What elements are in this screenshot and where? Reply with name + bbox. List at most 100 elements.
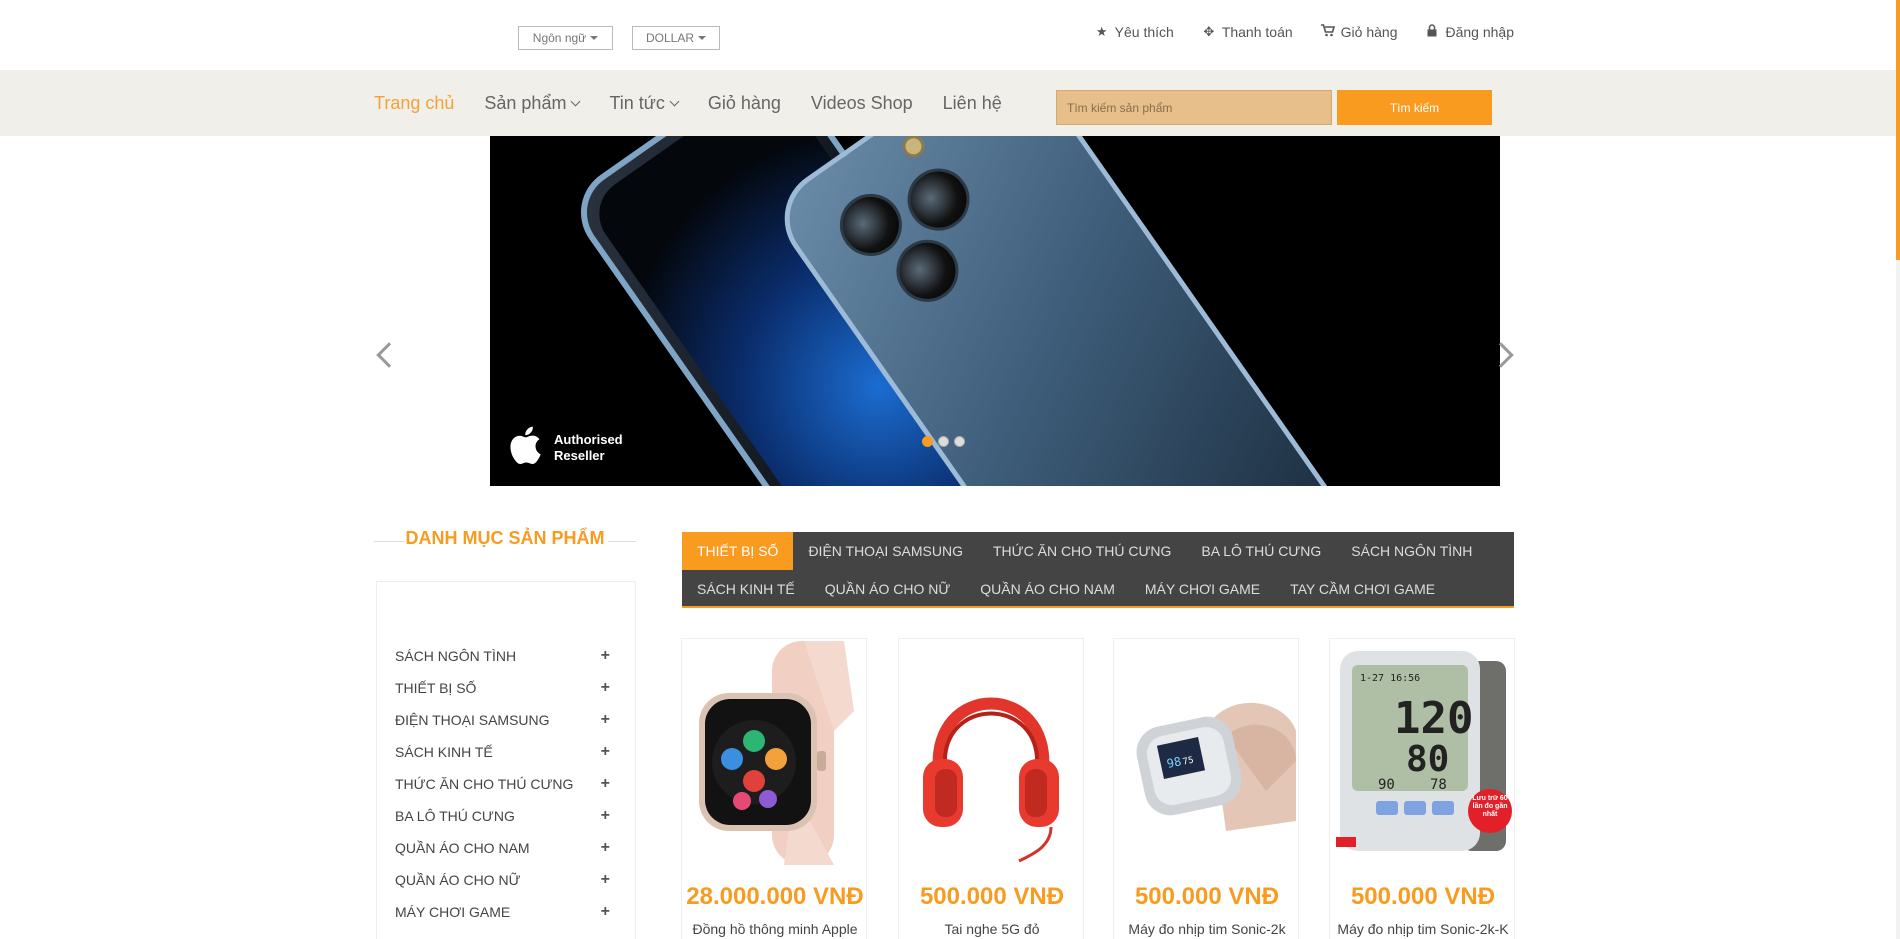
plus-icon[interactable]: + — [601, 647, 610, 665]
top-bar: Ngôn ngữ DOLLAR ★ Yêu thích ✥ Thanh toán… — [0, 0, 1900, 70]
category-item-label: SÁCH KINH TẾ — [395, 744, 493, 760]
tab-tay-cam-choi-game[interactable]: TAY CẦM CHƠI GAME — [1275, 570, 1450, 608]
language-label: Ngôn ngữ — [532, 31, 587, 45]
tab-quan-ao-nam[interactable]: QUẦN ÁO CHO NAM — [965, 570, 1130, 608]
monitor-pulse: 90 — [1378, 777, 1395, 793]
slider-dot[interactable] — [938, 436, 949, 447]
tab-sach-ngon-tinh[interactable]: SÁCH NGÔN TÌNH — [1336, 532, 1487, 570]
tab-row: THIẾT BỊ SỐ ĐIỆN THOẠI SAMSUNG THỨC ĂN C… — [682, 532, 1487, 570]
nav-contact[interactable]: Liên hệ — [943, 93, 1002, 114]
category-item[interactable]: THỨC ĂN CHO THÚ CƯNG + — [395, 768, 610, 800]
plus-icon[interactable]: + — [601, 871, 610, 889]
wishlist-link[interactable]: ★ Yêu thích — [1095, 24, 1174, 40]
cart-icon — [1320, 24, 1335, 40]
search-button[interactable]: Tìm kiếm — [1337, 90, 1492, 125]
category-item-label: THIẾT BỊ SỐ — [395, 680, 477, 696]
tab-dien-thoai-samsung[interactable]: ĐIỆN THOẠI SAMSUNG — [793, 532, 978, 570]
tab-ba-lo-thu-cung[interactable]: BA LÔ THÚ CƯNG — [1186, 532, 1336, 570]
category-title: DANH MỤC SẢN PHẨM — [405, 528, 605, 548]
product-name[interactable]: Đồng hồ thông minh Apple — [682, 921, 868, 937]
product-price: 500.000 VNĐ — [1134, 883, 1280, 910]
product-price: 500.000 VNĐ — [919, 883, 1065, 910]
category-heading: DANH MỤC SẢN PHẨM — [374, 526, 636, 556]
oximeter-reading: 98 — [1165, 754, 1182, 771]
category-item-label: QUẦN ÁO CHO NỮ — [395, 872, 521, 888]
product-image-blood-pressure-monitor[interactable]: 1-27 16:56 120 80 90 78 Lưu trữ 60 lần đ… — [1332, 641, 1512, 865]
product-image-apple-watch[interactable] — [684, 641, 864, 865]
category-tabs: THIẾT BỊ SỐ ĐIỆN THOẠI SAMSUNG THỨC ĂN C… — [682, 532, 1514, 608]
product-card[interactable]: 98 75 500.000 VNĐ Máy đo nhịp tim Sonic-… — [1113, 638, 1299, 939]
tab-quan-ao-nu[interactable]: QUẦN ÁO CHO NỮ — [810, 570, 966, 608]
category-item-label: SÁCH NGÔN TÌNH — [395, 648, 517, 664]
plus-icon[interactable]: + — [601, 839, 610, 857]
category-item-label: THỨC ĂN CHO THÚ CƯNG — [395, 776, 574, 792]
plus-icon[interactable]: + — [601, 711, 610, 729]
category-item[interactable]: SÁCH NGÔN TÌNH + — [395, 640, 610, 672]
category-item[interactable]: QUẦN ÁO CHO NỮ + — [395, 864, 610, 896]
reseller-line2: Reseller — [554, 448, 605, 463]
tab-sach-kinh-te[interactable]: SÁCH KINH TẾ — [682, 570, 810, 608]
tab-row: SÁCH KINH TẾ QUẦN ÁO CHO NỮ QUẦN ÁO CHO … — [682, 570, 1450, 608]
hero-slider: Authorised Reseller — [490, 136, 1500, 486]
plus-icon[interactable]: + — [601, 743, 610, 761]
login-label: Đăng nhập — [1445, 24, 1514, 40]
main-navbar: Trang chủ Sản phẩm Tin tức Giỏ hàng Vide… — [0, 70, 1900, 136]
language-dropdown[interactable]: Ngôn ngữ — [518, 26, 613, 50]
slider-dots — [922, 436, 965, 447]
crosshair-icon: ✥ — [1203, 24, 1215, 39]
tab-thiet-bi-so[interactable]: THIẾT BỊ SỐ — [682, 532, 794, 570]
product-image-pulse-oximeter[interactable]: 98 75 — [1116, 641, 1296, 865]
category-item[interactable]: MÁY CHƠI GAME + — [395, 896, 610, 928]
category-item[interactable]: BA LÔ THÚ CƯNG + — [395, 800, 610, 832]
slider-dot[interactable] — [922, 436, 933, 447]
tab-thuc-an-thu-cung[interactable]: THỨC ĂN CHO THÚ CƯNG — [978, 532, 1186, 570]
category-item-label: QUẦN ÁO CHO NAM — [395, 840, 530, 856]
nav-home[interactable]: Trang chủ — [374, 93, 454, 114]
category-list: SÁCH NGÔN TÌNH + THIẾT BỊ SỐ + ĐIỆN THOẠI … — [395, 640, 610, 928]
product-card[interactable]: 500.000 VNĐ Tai nghe 5G đỏ — [898, 638, 1084, 939]
currency-label: DOLLAR — [645, 31, 695, 45]
nav-news-label: Tin tức — [609, 92, 665, 113]
nav-news[interactable]: Tin tức — [609, 92, 680, 114]
product-card[interactable]: 1-27 16:56 120 80 90 78 Lưu trữ 60 lần đ… — [1329, 638, 1515, 939]
nav-home-label: Trang chủ — [374, 92, 455, 113]
wishlist-label: Yêu thích — [1114, 24, 1174, 40]
login-link[interactable]: Đăng nhập — [1425, 24, 1514, 40]
slider-prev-arrow[interactable] — [376, 342, 402, 368]
category-item[interactable]: QUẦN ÁO CHO NAM + — [395, 832, 610, 864]
search-placeholder: Tìm kiếm sản phẩm — [1067, 100, 1173, 115]
plus-icon[interactable]: + — [601, 775, 610, 793]
tab-may-choi-game[interactable]: MÁY CHƠI GAME — [1130, 570, 1275, 608]
plus-icon[interactable]: + — [601, 903, 610, 921]
cart-link[interactable]: Giỏ hàng — [1320, 24, 1397, 40]
product-name[interactable]: Máy đo nhịp tim Sonic-2k — [1114, 921, 1300, 937]
category-item[interactable]: ĐIỆN THOẠI SAMSUNG + — [395, 704, 610, 736]
category-item-label: MÁY CHƠI GAME — [395, 904, 511, 920]
star-icon: ★ — [1095, 24, 1108, 39]
nav-cart[interactable]: Giỏ hàng — [708, 93, 781, 114]
caret-down-icon — [590, 36, 599, 40]
product-price: 28.000.000 VNĐ — [686, 883, 864, 910]
category-item[interactable]: SÁCH KINH TẾ + — [395, 736, 610, 768]
scrollbar-thumb[interactable] — [1896, 0, 1900, 260]
search-input[interactable]: Tìm kiếm sản phẩm — [1056, 90, 1332, 125]
product-name[interactable]: Máy đo nhịp tim Sonic-2k-K — [1330, 921, 1516, 937]
caret-down-icon — [698, 36, 707, 40]
nav-products[interactable]: Sản phẩm — [484, 93, 581, 114]
nav-videos[interactable]: Videos Shop — [811, 93, 913, 114]
slider-dot[interactable] — [954, 436, 965, 447]
product-price: 500.000 VNĐ — [1350, 883, 1496, 910]
checkout-link[interactable]: ✥ Thanh toán — [1202, 24, 1292, 40]
plus-icon[interactable]: + — [601, 679, 610, 697]
reseller-badge: Authorised Reseller — [554, 432, 623, 464]
plus-icon[interactable]: + — [601, 807, 610, 825]
product-name[interactable]: Tai nghe 5G đỏ — [899, 921, 1085, 937]
product-card[interactable]: 28.000.000 VNĐ Đồng hồ thông minh Apple — [681, 638, 867, 939]
top-links: ★ Yêu thích ✥ Thanh toán Giỏ hàng Đăng n… — [1095, 24, 1514, 40]
currency-dropdown[interactable]: DOLLAR — [632, 26, 720, 50]
monitor-systolic: 120 — [1394, 693, 1473, 744]
chevron-down-icon — [669, 96, 680, 106]
category-item[interactable]: THIẾT BỊ SỐ + — [395, 672, 610, 704]
product-image-headphones[interactable] — [901, 641, 1081, 865]
nav-contact-label: Liên hệ — [942, 92, 1002, 113]
